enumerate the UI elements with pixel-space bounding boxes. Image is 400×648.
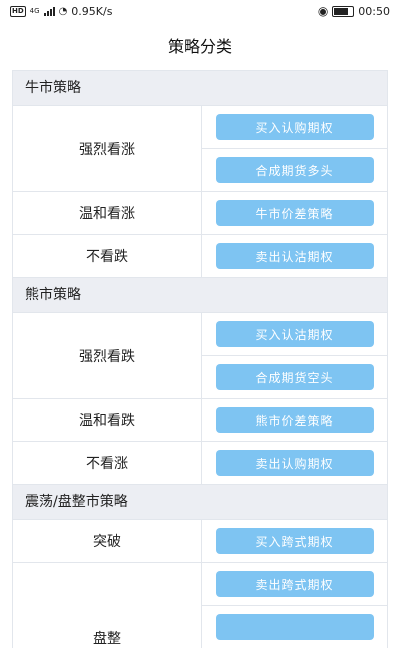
section-title-bear: 熊市策略	[13, 277, 387, 312]
button-slot: 买入认沽期权	[202, 313, 387, 355]
status-right: ◉ 00:50	[318, 4, 390, 18]
strategy-button[interactable]: 牛市价差策略	[215, 200, 374, 226]
row-label: 突破	[13, 520, 202, 562]
table-row: 温和看涨 牛市价差策略	[13, 191, 387, 234]
button-cell: 熊市价差策略	[202, 399, 387, 441]
strategy-button[interactable]	[215, 614, 374, 640]
strategy-button[interactable]: 卖出认购期权	[215, 450, 374, 476]
button-cell: 牛市价差策略	[202, 192, 387, 234]
button-slot: 卖出认购期权	[202, 442, 387, 484]
button-slot: 卖出认沽期权	[202, 235, 387, 277]
strategy-button[interactable]: 买入认购期权	[215, 114, 374, 140]
row-label: 温和看跌	[13, 399, 202, 441]
row-label: 盘整	[13, 563, 202, 648]
page-header: 策略分类	[0, 22, 400, 68]
status-bar: HD 4G ◔ 0.95K/s ◉ 00:50	[0, 0, 400, 22]
battery-icon	[332, 5, 355, 17]
network-speed: 0.95K/s	[71, 4, 113, 18]
table-row: 不看跌 卖出认沽期权	[13, 234, 387, 277]
button-cell: 卖出认沽期权	[202, 235, 387, 277]
button-slot	[202, 605, 387, 648]
eye-icon: ◉	[317, 4, 329, 18]
button-cell: 卖出跨式期权	[202, 563, 387, 648]
row-label: 不看涨	[13, 442, 202, 484]
wifi-icon: ◔	[58, 5, 68, 17]
network-type: 4G	[29, 7, 40, 15]
strategy-table: 牛市策略 强烈看涨 买入认购期权 合成期货多头 温和看涨 牛市价差策略 不看跌 …	[12, 70, 388, 648]
strategy-button[interactable]: 买入跨式期权	[215, 528, 374, 554]
status-left: HD 4G ◔ 0.95K/s	[10, 5, 112, 18]
button-cell: 卖出认购期权	[202, 442, 387, 484]
row-label: 不看跌	[13, 235, 202, 277]
strategy-button[interactable]: 熊市价差策略	[215, 407, 374, 433]
button-slot: 牛市价差策略	[202, 192, 387, 234]
page-title: 策略分类	[167, 37, 232, 56]
hd-icon: HD	[10, 5, 26, 17]
strategy-button[interactable]: 卖出跨式期权	[215, 571, 374, 597]
table-row: 强烈看跌 买入认沽期权 合成期货空头	[13, 312, 387, 398]
section-title-bull: 牛市策略	[13, 71, 387, 105]
signal-icon	[43, 6, 55, 16]
strategy-button[interactable]: 合成期货空头	[215, 364, 374, 390]
table-row: 强烈看涨 买入认购期权 合成期货多头	[13, 105, 387, 191]
button-slot: 熊市价差策略	[202, 399, 387, 441]
button-slot: 买入认购期权	[202, 106, 387, 148]
button-slot: 合成期货空头	[202, 355, 387, 398]
button-cell: 买入认购期权 合成期货多头	[202, 106, 387, 191]
clock: 00:50	[358, 4, 390, 18]
button-slot: 买入跨式期权	[202, 520, 387, 562]
button-cell: 买入跨式期权	[202, 520, 387, 562]
row-label: 强烈看跌	[13, 313, 202, 398]
button-cell: 买入认沽期权 合成期货空头	[202, 313, 387, 398]
table-row: 盘整 卖出跨式期权	[13, 562, 387, 648]
button-slot: 卖出跨式期权	[202, 563, 387, 605]
section-title-range: 震荡/盘整市策略	[13, 484, 387, 519]
row-label: 强烈看涨	[13, 106, 202, 191]
row-label: 温和看涨	[13, 192, 202, 234]
strategy-button[interactable]: 卖出认沽期权	[215, 243, 374, 269]
table-row: 温和看跌 熊市价差策略	[13, 398, 387, 441]
button-slot: 合成期货多头	[202, 148, 387, 191]
strategy-button[interactable]: 买入认沽期权	[215, 321, 374, 347]
strategy-button[interactable]: 合成期货多头	[215, 157, 374, 183]
table-row: 不看涨 卖出认购期权	[13, 441, 387, 484]
table-row: 突破 买入跨式期权	[13, 519, 387, 562]
